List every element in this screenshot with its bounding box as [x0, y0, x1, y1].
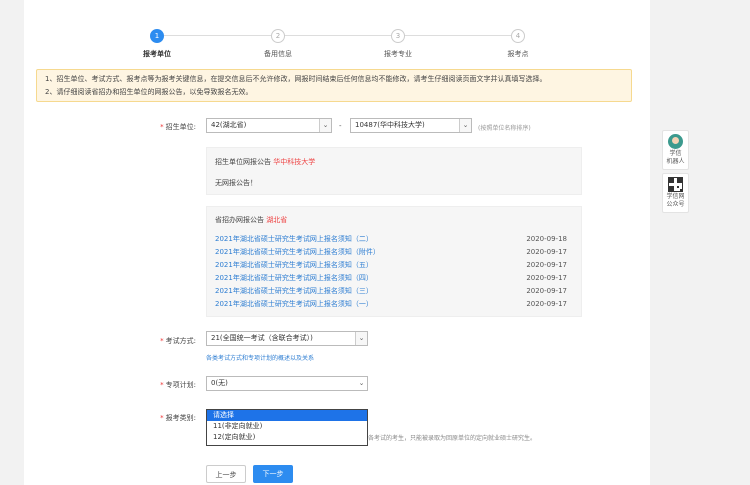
unit-label-row: * 招生单位:	[126, 122, 196, 132]
announcement-link[interactable]: 2021年湖北省硕士研究生考试网上报名须知（一）	[215, 300, 373, 308]
chevron-down-icon: ⌄	[355, 332, 367, 345]
announcement-link[interactable]: 2021年湖北省硕士研究生考试网上报名须知（四）	[215, 274, 373, 282]
announcement-link[interactable]: 2021年湖北省硕士研究生考试网上报名须知（二）	[215, 235, 373, 243]
chevron-down-icon: ⌄	[356, 377, 367, 390]
important-notice: 1、招生单位、考试方式、报考点等为报考关键信息，在提交信息后不允许修改，网报时间…	[36, 69, 632, 102]
school-announcement-panel: 招生单位网报公告 华中科技大学 无网报公告！	[206, 147, 582, 195]
required-mark: *	[160, 414, 164, 422]
chatbot-label-line-2: 机器人	[666, 158, 685, 165]
category-option-directed[interactable]: 12(定向就业)	[207, 432, 367, 443]
step-1-number: 1	[150, 29, 164, 43]
unit-sort-hint: (按照单位名称排序)	[478, 125, 531, 132]
announcement-date: 2020-09-17	[526, 274, 567, 282]
category-option-non-directed[interactable]: 11(非定向就业)	[207, 421, 367, 432]
exam-mode-select[interactable]: 21(全国统一考试（含联合考试）) ⌄	[206, 331, 368, 346]
chevron-down-icon: ⌄	[319, 119, 331, 132]
next-step-button[interactable]: 下一步	[253, 465, 293, 483]
step-4: 4 报考点	[478, 29, 558, 59]
category-label-row: * 报考类别:	[126, 413, 196, 423]
school-panel-title-name: 华中科技大学	[273, 158, 316, 166]
chatbot-label: 学信 机器人	[663, 150, 688, 166]
school-panel-body: 无网报公告！	[215, 179, 257, 187]
step-2-number: 2	[271, 29, 285, 43]
step-3: 3 报考专业	[358, 29, 438, 59]
province-panel-title-prefix: 省招办网报公告	[215, 216, 264, 224]
chevron-down-icon: ⌄	[459, 119, 471, 132]
qr-label-line-1: 学信网	[666, 193, 685, 200]
exam-mode-label: 考试方式:	[165, 337, 196, 345]
announcement-item[interactable]: 2021年湖北省硕士研究生考试网上报名须知（三） 2020-09-17	[215, 285, 567, 298]
announcement-date: 2020-09-17	[526, 248, 567, 256]
unit-label: 招生单位:	[165, 123, 196, 131]
step-progress-line	[157, 35, 518, 36]
announcement-item[interactable]: 2021年湖北省硕士研究生考试网上报名须知（五） 2020-09-17	[215, 259, 567, 272]
province-select-value: 42(湖北省)	[211, 121, 247, 129]
province-panel-title-name: 湖北省	[266, 216, 288, 224]
chatbot-label-line-1: 学信	[669, 150, 682, 157]
special-plan-label: 专项计划:	[165, 381, 196, 389]
required-mark: *	[160, 381, 164, 389]
step-1: 1 报考单位	[117, 29, 197, 59]
qr-label: 学信网 公众号	[663, 193, 688, 209]
chatbot-widget[interactable]: 学信 机器人	[662, 130, 689, 170]
exam-mode-select-value: 21(全国统一考试（含联合考试）)	[211, 334, 313, 342]
special-plan-label-row: * 专项计划:	[126, 380, 196, 390]
announcement-link[interactable]: 2021年湖北省硕士研究生考试网上报名须知（三）	[215, 287, 373, 295]
qr-code-icon	[668, 177, 683, 192]
school-panel-title-prefix: 招生单位网报公告	[215, 158, 271, 166]
announcement-date: 2020-09-17	[526, 287, 567, 295]
qr-label-line-2: 公众号	[666, 201, 685, 208]
robot-avatar-icon	[668, 134, 683, 149]
school-select-value: 10487(华中科技大学)	[355, 121, 425, 129]
prev-step-button[interactable]: 上一步	[206, 465, 246, 483]
province-select[interactable]: 42(湖北省) ⌄	[206, 118, 332, 133]
required-mark: *	[160, 123, 164, 131]
step-2-label: 备用信息	[264, 50, 292, 58]
special-plan-select[interactable]: 0(无) ⌄	[206, 376, 368, 391]
exam-mode-explain-link[interactable]: 各类考试方式和专项计划的概述以及关系	[206, 353, 314, 362]
category-dropdown-list[interactable]: 请选择 11(非定向就业) 12(定向就业)	[206, 409, 368, 446]
wechat-qr-widget[interactable]: 学信网 公众号	[662, 173, 689, 213]
step-2: 2 备用信息	[238, 29, 318, 59]
step-1-label: 报考单位	[143, 50, 171, 58]
school-select[interactable]: 10487(华中科技大学) ⌄	[350, 118, 472, 133]
announcement-link[interactable]: 2021年湖北省硕士研究生考试网上报名须知（五）	[215, 261, 373, 269]
province-announcement-panel: 省招办网报公告 湖北省 2021年湖北省硕士研究生考试网上报名须知（二） 2020…	[206, 206, 582, 317]
category-label: 报考类别:	[165, 414, 196, 422]
announcement-link[interactable]: 2021年湖北省硕士研究生考试网上报名须知（附件）	[215, 248, 380, 256]
special-plan-select-value: 0(无)	[211, 379, 228, 387]
step-3-number: 3	[391, 29, 405, 43]
exam-mode-label-row: * 考试方式:	[126, 336, 196, 346]
announcement-date: 2020-09-17	[526, 300, 567, 308]
unit-separator: -	[339, 122, 342, 130]
announcement-item[interactable]: 2021年湖北省硕士研究生考试网上报名须知（附件） 2020-09-17	[215, 246, 567, 259]
province-panel-title: 省招办网报公告 湖北省	[215, 215, 287, 225]
step-3-label: 报考专业	[384, 50, 412, 58]
required-mark: *	[160, 337, 164, 345]
announcement-item[interactable]: 2021年湖北省硕士研究生考试网上报名须知（二） 2020-09-18	[215, 233, 567, 246]
step-4-label: 报考点	[507, 50, 529, 58]
school-panel-title: 招生单位网报公告 华中科技大学	[215, 157, 315, 167]
step-4-number: 4	[511, 29, 525, 43]
notice-line-1: 1、招生单位、考试方式、报考点等为报考关键信息，在提交信息后不允许修改，网报时间…	[45, 75, 547, 83]
announcement-item[interactable]: 2021年湖北省硕士研究生考试网上报名须知（四） 2020-09-17	[215, 272, 567, 285]
announcement-item[interactable]: 2021年湖北省硕士研究生考试网上报名须知（一） 2020-09-17	[215, 298, 567, 311]
notice-line-2: 2、请仔细阅读省招办和招生单位的网报公告，以免导致报名无效。	[45, 88, 253, 96]
announcement-date: 2020-09-18	[526, 235, 567, 243]
category-option-placeholder[interactable]: 请选择	[207, 410, 367, 421]
category-note: 各考试的考生，只能被录取为回原单位的定向就业硕士研究生。	[368, 435, 537, 442]
announcement-date: 2020-09-17	[526, 261, 567, 269]
